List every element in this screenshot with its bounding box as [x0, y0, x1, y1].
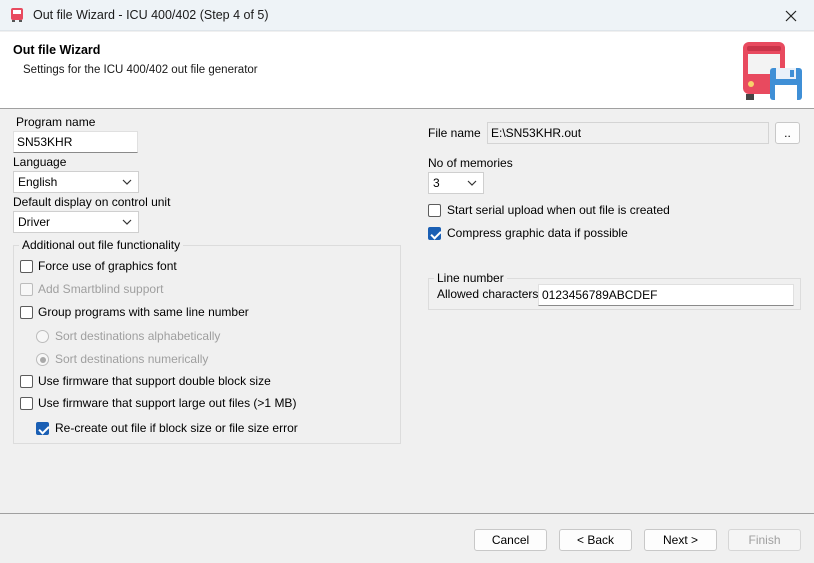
- sort-alphabetically-label: Sort destinations alphabetically: [55, 329, 221, 343]
- footer-divider: [0, 513, 814, 514]
- sort-numerically-radio[interactable]: [36, 353, 49, 366]
- title-bar: Out file Wizard - ICU 400/402 (Step 4 of…: [0, 0, 814, 31]
- recreate-label: Re-create out file if block size or file…: [55, 421, 298, 435]
- header-subtitle: Settings for the ICU 400/402 out file ge…: [23, 64, 258, 76]
- large-files-checkbox[interactable]: [20, 397, 33, 410]
- back-button[interactable]: < Back: [559, 529, 632, 551]
- language-value: English: [18, 175, 58, 189]
- sort-alphabetically-radio[interactable]: [36, 330, 49, 343]
- program-name-label: Program name: [16, 115, 96, 129]
- chevron-down-icon: [467, 180, 477, 186]
- file-name-label: File name: [428, 126, 481, 140]
- force-graphics-font-checkbox[interactable]: [20, 260, 33, 273]
- bus-icon: [11, 8, 23, 22]
- chevron-down-icon: [122, 179, 132, 185]
- language-select[interactable]: English: [13, 171, 139, 193]
- serial-upload-label: Start serial upload when out file is cre…: [447, 203, 670, 217]
- allowed-characters-value: 0123456789ABCDEF: [542, 288, 658, 302]
- default-display-label: Default display on control unit: [13, 195, 171, 209]
- sort-numerically-label: Sort destinations numerically: [55, 352, 209, 366]
- cancel-button[interactable]: Cancel: [474, 529, 547, 551]
- compress-checkbox[interactable]: [428, 227, 441, 240]
- additional-functionality-title: Additional out file functionality: [19, 238, 184, 252]
- file-name-input[interactable]: E:\SN53KHR.out: [487, 122, 769, 144]
- group-programs-checkbox[interactable]: [20, 306, 33, 319]
- add-smartblind-label: Add Smartblind support: [38, 282, 164, 296]
- group-programs-label: Group programs with same line number: [38, 305, 249, 319]
- recreate-checkbox[interactable]: [36, 422, 49, 435]
- window-title: Out file Wizard - ICU 400/402 (Step 4 of…: [33, 8, 269, 22]
- default-display-value: Driver: [18, 215, 50, 229]
- memories-label: No of memories: [428, 156, 513, 170]
- next-button[interactable]: Next >: [644, 529, 717, 551]
- line-number-title: Line number: [434, 271, 507, 285]
- file-name-value: E:\SN53KHR.out: [491, 126, 582, 140]
- large-files-label: Use firmware that support large out file…: [38, 396, 297, 410]
- compress-label: Compress graphic data if possible: [447, 226, 628, 240]
- header-title: Out file Wizard: [13, 43, 101, 57]
- allowed-characters-input[interactable]: 0123456789ABCDEF: [538, 284, 794, 306]
- browse-button[interactable]: ..: [775, 122, 800, 144]
- wizard-header: Out file Wizard Settings for the ICU 400…: [0, 32, 814, 109]
- close-button[interactable]: [768, 0, 814, 31]
- force-graphics-font-label: Force use of graphics font: [38, 259, 177, 273]
- chevron-down-icon: [122, 219, 132, 225]
- additional-functionality-group: [13, 245, 401, 444]
- double-block-checkbox[interactable]: [20, 375, 33, 388]
- program-name-value: SN53KHR: [17, 135, 73, 149]
- program-name-input[interactable]: SN53KHR: [13, 131, 138, 153]
- memories-value: 3: [433, 176, 440, 190]
- allowed-characters-label: Allowed characters: [437, 287, 539, 301]
- language-label: Language: [13, 155, 67, 169]
- memories-select[interactable]: 3: [428, 172, 484, 194]
- close-icon: [785, 10, 797, 21]
- default-display-select[interactable]: Driver: [13, 211, 139, 233]
- bus-save-icon: [743, 42, 802, 100]
- serial-upload-checkbox[interactable]: [428, 204, 441, 217]
- add-smartblind-checkbox[interactable]: [20, 283, 33, 296]
- double-block-label: Use firmware that support double block s…: [38, 374, 271, 388]
- finish-button[interactable]: Finish: [728, 529, 801, 551]
